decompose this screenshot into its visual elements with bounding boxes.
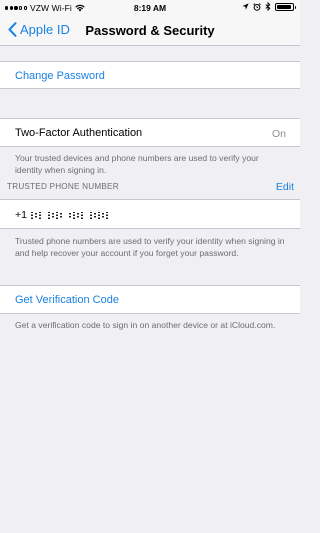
verification-code-row[interactable]: Get Verification Code	[0, 285, 300, 314]
trusted-phone-header: TRUSTED PHONE NUMBER	[7, 182, 119, 191]
battery-fill	[277, 4, 291, 9]
bluetooth-icon	[265, 2, 271, 11]
status-bar-right	[242, 2, 296, 11]
edit-button[interactable]: Edit	[276, 181, 294, 193]
alarm-clock-icon	[253, 2, 261, 11]
location-arrow-icon	[242, 3, 249, 10]
change-password-row[interactable]: Change Password	[0, 61, 300, 89]
get-verification-code-link[interactable]: Get Verification Code	[15, 294, 119, 306]
battery-icon	[275, 2, 296, 11]
phone-country-code: +1	[15, 209, 27, 221]
two-factor-status: On	[271, 128, 286, 140]
trusted-phone-footer: Trusted phone numbers are used to verify…	[15, 236, 285, 258]
trusted-phone-number: +1	[15, 209, 108, 221]
two-factor-footer: Your trusted devices and phone numbers a…	[15, 153, 259, 175]
change-password-link[interactable]: Change Password	[15, 70, 105, 82]
two-factor-row: Two-Factor Authentication On	[0, 118, 300, 147]
status-bar: VZW Wi-Fi 8:19 AM	[0, 0, 300, 16]
redacted-phone-digits	[30, 211, 108, 219]
verification-footer: Get a verification code to sign in on an…	[15, 320, 276, 330]
navigation-bar: Apple ID Password & Security	[0, 16, 300, 46]
two-factor-label: Two-Factor Authentication	[15, 127, 143, 139]
page-title: Password & Security	[85, 23, 215, 38]
trusted-phone-row: +1	[0, 199, 300, 229]
